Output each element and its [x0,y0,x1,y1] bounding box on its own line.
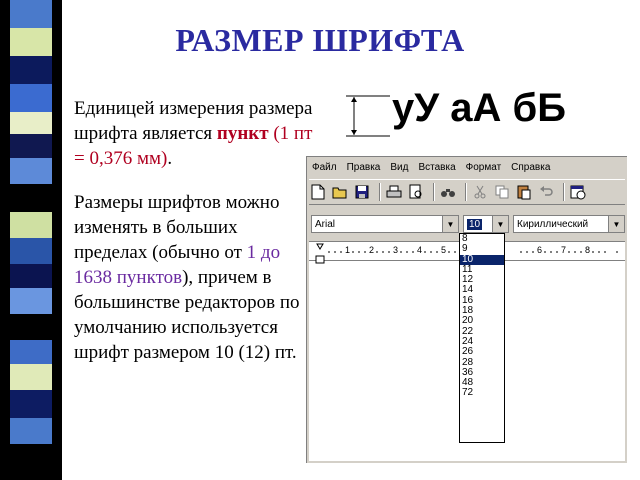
font-size-dropdown-list[interactable]: 8 9 10 11 12 14 16 18 20 22 24 26 28 36 … [459,233,505,443]
new-document-icon[interactable] [309,183,327,201]
ruler-number: 8 [585,245,591,255]
editor-window: Файл Правка Вид Вставка Формат Справка A… [306,156,627,463]
menu-bar: Файл Правка Вид Вставка Формат Справка [307,157,627,177]
ruler-number: 4 [417,245,423,255]
cut-icon[interactable] [471,183,489,201]
preview-icon[interactable] [407,183,425,201]
charset-select[interactable]: Кириллический ▼ [513,215,625,233]
font-name-value: Arial [315,218,336,230]
menu-view[interactable]: Вид [385,162,413,173]
standard-toolbar [309,179,625,205]
print-icon[interactable] [385,183,403,201]
find-icon[interactable] [439,183,457,201]
menu-insert[interactable]: Вставка [413,162,460,173]
insert-datetime-icon[interactable] [569,183,587,201]
size-option[interactable]: 72 [460,388,504,399]
ruler-number: 2 [369,245,375,255]
open-folder-icon[interactable] [331,183,349,201]
menu-format[interactable]: Формат [461,162,507,173]
menu-edit[interactable]: Правка [342,162,386,173]
font-name-select[interactable]: Arial ▼ [311,215,459,233]
chevron-down-icon[interactable]: ▼ [442,216,458,232]
ruler-number: 6 [537,245,543,255]
chevron-down-icon[interactable]: ▼ [608,216,624,232]
indent-marker-icon[interactable] [315,255,327,265]
toolbar-separator [379,183,381,201]
font-size-value: 10 [467,218,483,230]
charset-value: Кириллический [517,218,589,230]
ruler-number: 3 [393,245,399,255]
paragraph-text: . [167,148,173,169]
font-size-select[interactable]: 10 ▼ [463,215,509,233]
toolbar-separator [563,183,565,201]
undo-icon[interactable] [537,183,555,201]
chevron-down-icon[interactable]: ▼ [492,216,508,232]
term-point: пункт [216,123,269,144]
slide-title: РАЗМЕР ШРИФТА [175,22,465,58]
menu-help[interactable]: Справка [506,162,555,173]
copy-icon[interactable] [493,183,511,201]
save-icon[interactable] [353,183,371,201]
toolbar-separator [433,183,435,201]
paragraph-unit-definition: Единицей измерения размера шрифта являет… [74,96,314,171]
decorative-stripe [0,0,62,480]
font-size-sample: уУ аА бБ [392,86,566,130]
ruler-number: 5 [441,245,447,255]
height-marker-icon [346,95,390,137]
ruler-number: 7 [561,245,567,255]
toolbar-separator [465,183,467,201]
paragraph-size-range: Размеры шрифтов можно изменять в больших… [74,190,306,365]
paste-icon[interactable] [515,183,533,201]
menu-file[interactable]: Файл [307,162,342,173]
ruler-number: 1 [345,245,351,255]
